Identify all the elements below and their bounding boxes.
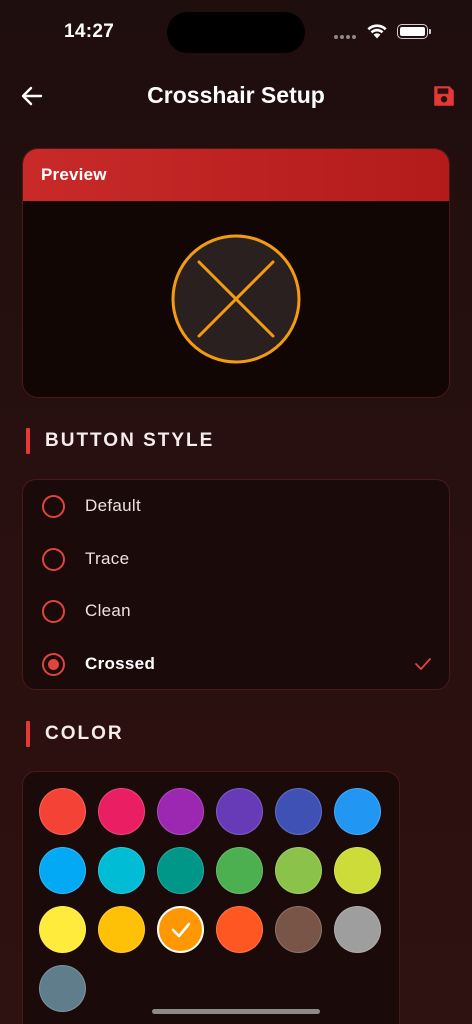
status-bar: 14:27: [0, 0, 472, 62]
color-swatch[interactable]: [39, 847, 86, 894]
color-heading: COLOR: [26, 721, 124, 747]
app-bar: Crosshair Setup: [0, 62, 472, 128]
style-option-label: Default: [85, 496, 141, 515]
color-swatch[interactable]: [39, 906, 86, 953]
color-swatch[interactable]: [39, 965, 86, 1012]
radio-default[interactable]: [42, 494, 65, 518]
color-swatch[interactable]: [98, 788, 145, 835]
save-icon[interactable]: [431, 83, 457, 109]
color-palette: [22, 771, 400, 1024]
style-option-clean[interactable]: Clean: [23, 585, 451, 637]
crosshair-preview: [171, 234, 301, 364]
color-swatch[interactable]: [334, 906, 381, 953]
color-swatch[interactable]: [157, 906, 204, 953]
preview-area: [23, 201, 449, 397]
color-swatch[interactable]: [275, 847, 322, 894]
preview-header: Preview: [23, 149, 449, 201]
checkmark-icon: [171, 922, 190, 937]
style-option-label: Clean: [85, 601, 131, 620]
color-swatch[interactable]: [334, 788, 381, 835]
radio-selected-dot: [48, 658, 59, 670]
button-style-heading: BUTTON STYLE: [26, 428, 214, 454]
color-swatch[interactable]: [98, 906, 145, 953]
color-swatch[interactable]: [216, 788, 263, 835]
color-swatch[interactable]: [334, 847, 381, 894]
color-title: COLOR: [45, 723, 124, 744]
button-style-list: Default Trace Clean Crossed: [22, 479, 450, 690]
color-swatch[interactable]: [157, 847, 204, 894]
color-swatch[interactable]: [216, 847, 263, 894]
radio-crossed[interactable]: [42, 652, 65, 676]
status-time: 14:27: [64, 21, 115, 42]
color-swatch[interactable]: [98, 847, 145, 894]
button-style-title: BUTTON STYLE: [45, 430, 215, 451]
color-swatch[interactable]: [157, 788, 204, 835]
home-indicator: [152, 1009, 320, 1014]
accent-bar: [26, 428, 30, 454]
battery-icon: [397, 24, 431, 39]
checkmark-icon: [415, 658, 431, 670]
page-title: Crosshair Setup: [147, 82, 325, 108]
radio-clean[interactable]: [42, 599, 65, 623]
style-option-trace[interactable]: Trace: [23, 533, 451, 585]
color-swatch[interactable]: [39, 788, 86, 835]
radio-trace[interactable]: [42, 547, 65, 571]
preview-card: Preview: [22, 148, 450, 398]
wifi-icon: [367, 24, 387, 39]
style-option-crossed[interactable]: Crossed: [23, 638, 451, 690]
color-swatch[interactable]: [275, 906, 322, 953]
color-swatch[interactable]: [216, 906, 263, 953]
cellular-signal-icon: [334, 35, 356, 39]
style-option-default[interactable]: Default: [23, 480, 451, 532]
color-swatch[interactable]: [275, 788, 322, 835]
dynamic-island: [167, 12, 305, 53]
style-option-label: Crossed: [85, 654, 156, 673]
style-option-label: Trace: [85, 549, 130, 568]
accent-bar: [26, 721, 30, 747]
